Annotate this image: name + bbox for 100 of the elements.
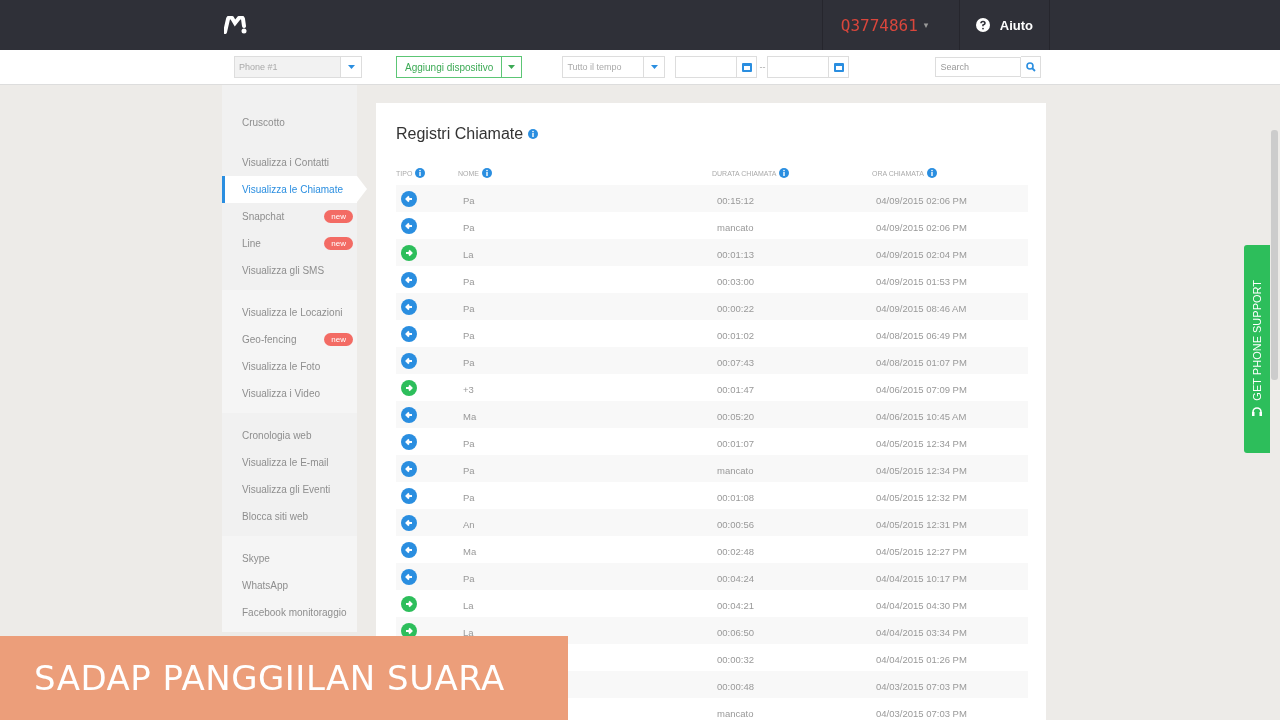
- sidebar-item[interactable]: Visualizza le E-mail: [222, 449, 357, 476]
- new-badge: new: [324, 333, 353, 346]
- sidebar-item[interactable]: Geo-fencing new: [222, 326, 357, 353]
- call-time: 04/04/2015 01:26 PM: [875, 653, 967, 665]
- caret-icon: ▾: [923, 20, 929, 30]
- contact-name: Pa: [462, 275, 475, 287]
- new-badge: new: [324, 237, 353, 250]
- sidebar-item-label: Geo-fencing: [242, 334, 297, 345]
- call-time: 04/09/2015 08:46 AM: [875, 302, 967, 314]
- headset-icon: [1251, 406, 1263, 419]
- call-duration: 00:04:21: [716, 599, 754, 611]
- call-duration: 00:03:00: [716, 275, 754, 287]
- end-date-field[interactable]: [767, 56, 830, 78]
- call-time: 04/04/2015 10:17 PM: [875, 572, 967, 584]
- sidebar-item-label: Visualizza gli Eventi: [242, 484, 331, 495]
- call-time: 04/09/2015 02:04 PM: [875, 248, 967, 260]
- add-device-button[interactable]: Aggiungi dispositivo: [396, 56, 503, 78]
- info-icon: [779, 168, 790, 178]
- call-duration: 00:01:07: [716, 437, 754, 449]
- contact-name: Pa: [462, 356, 475, 368]
- sidebar-item-label: Visualizza le Foto: [242, 361, 321, 372]
- call-duration: 00:01:13: [716, 248, 754, 260]
- sidebar-item[interactable]: Visualizza i Contatti: [222, 149, 357, 176]
- sidebar-item[interactable]: Skype: [222, 545, 357, 572]
- contact-name: La: [462, 248, 474, 260]
- sidebar-item[interactable]: Visualizza gli Eventi: [222, 476, 357, 503]
- sidebar-item-label: Visualizza i Contatti: [242, 157, 330, 168]
- sidebar-item[interactable]: Blocca siti web: [222, 503, 357, 530]
- call-time: 04/08/2015 01:07 PM: [875, 356, 967, 368]
- calendar-button[interactable]: [737, 56, 758, 78]
- call-time: 04/03/2015 07:03 PM: [875, 707, 967, 719]
- sidebar-item-label: WhatsApp: [242, 580, 289, 591]
- call-time: 04/05/2015 12:34 PM: [875, 464, 967, 476]
- call-duration: 00:00:22: [716, 302, 754, 314]
- calendar-icon: [741, 62, 752, 72]
- sidebar-item[interactable]: Visualizza le Locazioni: [222, 299, 357, 326]
- calendar-icon: [833, 62, 844, 72]
- info-icon: [482, 168, 492, 178]
- sidebar-item[interactable]: Snapchat new: [222, 203, 357, 230]
- add-device-dropdown[interactable]: [502, 56, 523, 78]
- call-time: 04/06/2015 10:45 AM: [875, 410, 967, 422]
- caption-banner: SADAP PANGGIILAN SUARA: [0, 636, 568, 720]
- sidebar-item-label: Cronologia web: [242, 430, 312, 441]
- sidebar-item[interactable]: WhatsApp: [222, 572, 357, 599]
- call-time: 04/05/2015 12:27 PM: [875, 545, 967, 557]
- info-icon: [415, 168, 426, 178]
- contact-name: Pa: [462, 491, 475, 503]
- scrollbar[interactable]: [1271, 130, 1278, 380]
- call-duration: mancato: [716, 707, 754, 719]
- call-duration: 00:00:48: [716, 680, 754, 692]
- sidebar-item[interactable]: Line new: [222, 230, 357, 257]
- sidebar-item[interactable]: Cronologia web: [222, 422, 357, 449]
- sidebar-item-label: Facebook monitoraggio: [242, 607, 347, 618]
- caret-icon: [650, 65, 658, 69]
- sidebar-item[interactable]: Facebook monitoraggio: [222, 599, 357, 626]
- caret-icon: [347, 65, 355, 69]
- device-select[interactable]: Phone #1: [234, 56, 362, 78]
- help-icon: [975, 18, 990, 32]
- sidebar-item[interactable]: Visualizza le Foto: [222, 353, 357, 380]
- call-duration: 00:15:12: [716, 194, 754, 206]
- call-duration: 00:04:24: [716, 572, 754, 584]
- search-button[interactable]: [1021, 56, 1042, 78]
- contact-name: La: [462, 626, 474, 638]
- contact-name: Ma: [462, 545, 477, 557]
- call-duration: 00:05:20: [716, 410, 754, 422]
- calendar-button[interactable]: [829, 56, 850, 78]
- panel-title: Registri Chiamate: [396, 125, 524, 143]
- contact-name: Pa: [462, 302, 475, 314]
- contact-name: +3: [462, 383, 474, 395]
- contact-name: Pa: [462, 221, 475, 233]
- call-time: 04/09/2015 02:06 PM: [875, 221, 967, 233]
- sidebar-item-label: Snapchat: [242, 211, 285, 222]
- call-time: 04/05/2015 12:32 PM: [875, 491, 967, 503]
- call-duration: 00:01:08: [716, 491, 754, 503]
- call-duration: 00:00:32: [716, 653, 754, 665]
- call-duration: 00:02:48: [716, 545, 754, 557]
- sidebar-item-label: Skype: [242, 553, 270, 564]
- call-time: 04/09/2015 02:06 PM: [875, 194, 967, 206]
- call-duration: 00:06:50: [716, 626, 754, 638]
- sidebar-item[interactable]: Visualizza i Video: [222, 380, 357, 407]
- sidebar-item[interactable]: Visualizza gli SMS: [222, 257, 357, 284]
- logo-icon: [224, 16, 248, 34]
- start-date-field[interactable]: [675, 56, 738, 78]
- call-duration: 00:01:47: [716, 383, 754, 395]
- call-time: 04/04/2015 03:34 PM: [875, 626, 967, 638]
- call-time: 04/05/2015 12:31 PM: [875, 518, 967, 530]
- contact-name: Pa: [462, 437, 475, 449]
- sidebar-item-label: Visualizza le Locazioni: [242, 307, 343, 318]
- call-duration: 00:07:43: [716, 356, 754, 368]
- sidebar-item-label: Visualizza i Video: [242, 388, 320, 399]
- sidebar-item[interactable]: Visualizza le Chiamate: [222, 176, 357, 203]
- call-time: 04/09/2015 01:53 PM: [875, 275, 967, 287]
- sidebar-item-label: Cruscotto: [242, 117, 285, 128]
- phone-support-tab[interactable]: GET PHONE SUPPORT: [1244, 245, 1270, 453]
- call-time: 04/05/2015 12:34 PM: [875, 437, 967, 449]
- info-icon: [528, 129, 539, 139]
- sidebar-item[interactable]: Cruscotto: [222, 109, 357, 136]
- search-field[interactable]: Search: [935, 57, 1022, 77]
- info-icon: [926, 168, 937, 178]
- contact-name: La: [462, 599, 474, 611]
